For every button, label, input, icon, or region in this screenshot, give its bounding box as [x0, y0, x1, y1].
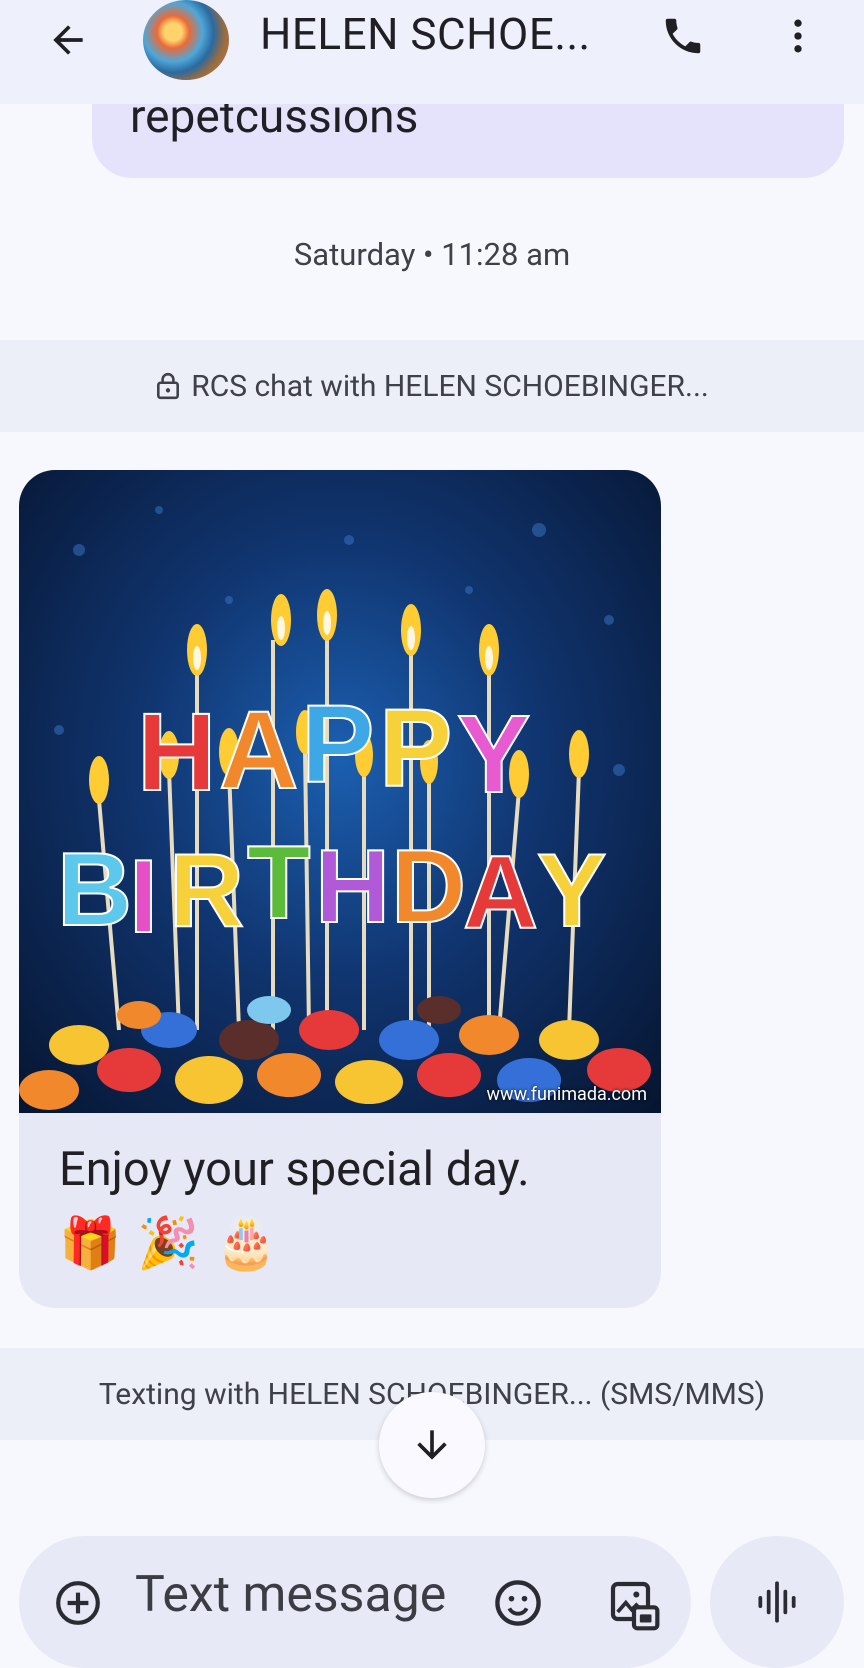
svg-text:B: B	[57, 832, 132, 948]
svg-text:A: A	[219, 689, 298, 812]
overflow-menu-button[interactable]	[770, 8, 826, 64]
messages-app: HELEN SCHOE... repetcussions Saturday • …	[0, 0, 864, 1668]
birthday-gif-image[interactable]: H A P P Y B I R T H D A Y www.funimada.c…	[19, 470, 661, 1113]
message-emoji: 🎁 🎉 🎂	[59, 1214, 278, 1272]
rcs-chat-banner: RCS chat with HELEN SCHOEBINGER...	[0, 340, 864, 432]
scroll-to-bottom-button[interactable]	[379, 1392, 485, 1498]
svg-text:H: H	[137, 691, 216, 814]
svg-text:A: A	[463, 835, 538, 951]
compose-bar: Text message	[19, 1536, 691, 1668]
contact-avatar[interactable]	[143, 0, 229, 80]
rcs-banner-text: RCS chat with HELEN SCHOEBINGER...	[191, 368, 709, 404]
add-circle-icon	[56, 1581, 100, 1625]
back-button[interactable]	[38, 10, 98, 70]
attach-button[interactable]	[51, 1576, 105, 1630]
incoming-message-card[interactable]: H A P P Y B I R T H D A Y www.funimada.c…	[19, 470, 661, 1308]
arrow-left-icon	[53, 25, 83, 55]
emoji-button[interactable]	[489, 1574, 547, 1632]
arrow-down-icon	[417, 1430, 447, 1460]
contact-name[interactable]: HELEN SCHOE...	[260, 8, 591, 60]
more-vert-icon	[794, 19, 802, 53]
message-text: Enjoy your special day.	[59, 1142, 530, 1197]
phone-icon	[665, 18, 701, 54]
message-input[interactable]: Text message	[135, 1566, 446, 1624]
gallery-icon	[610, 1581, 660, 1631]
svg-text:D: D	[391, 829, 466, 945]
svg-text:Y: Y	[537, 833, 606, 949]
emoji-icon	[495, 1580, 541, 1626]
lock-icon	[155, 372, 181, 400]
svg-text:Y: Y	[457, 693, 530, 816]
svg-text:I: I	[129, 839, 158, 955]
call-button[interactable]	[655, 8, 711, 64]
svg-text:H: H	[315, 829, 390, 945]
svg-text:P: P	[301, 683, 374, 806]
svg-text:P: P	[379, 687, 452, 810]
message-timestamp: Saturday • 11:28 am	[293, 236, 571, 273]
svg-text:R: R	[169, 833, 244, 949]
conversation-header: HELEN SCHOE...	[0, 0, 864, 104]
voice-message-button[interactable]	[710, 1536, 844, 1668]
voice-wave-icon	[758, 1581, 796, 1623]
svg-text:T: T	[247, 825, 311, 941]
gif-watermark: www.funimada.com	[486, 1084, 647, 1105]
gallery-button[interactable]	[603, 1574, 665, 1636]
